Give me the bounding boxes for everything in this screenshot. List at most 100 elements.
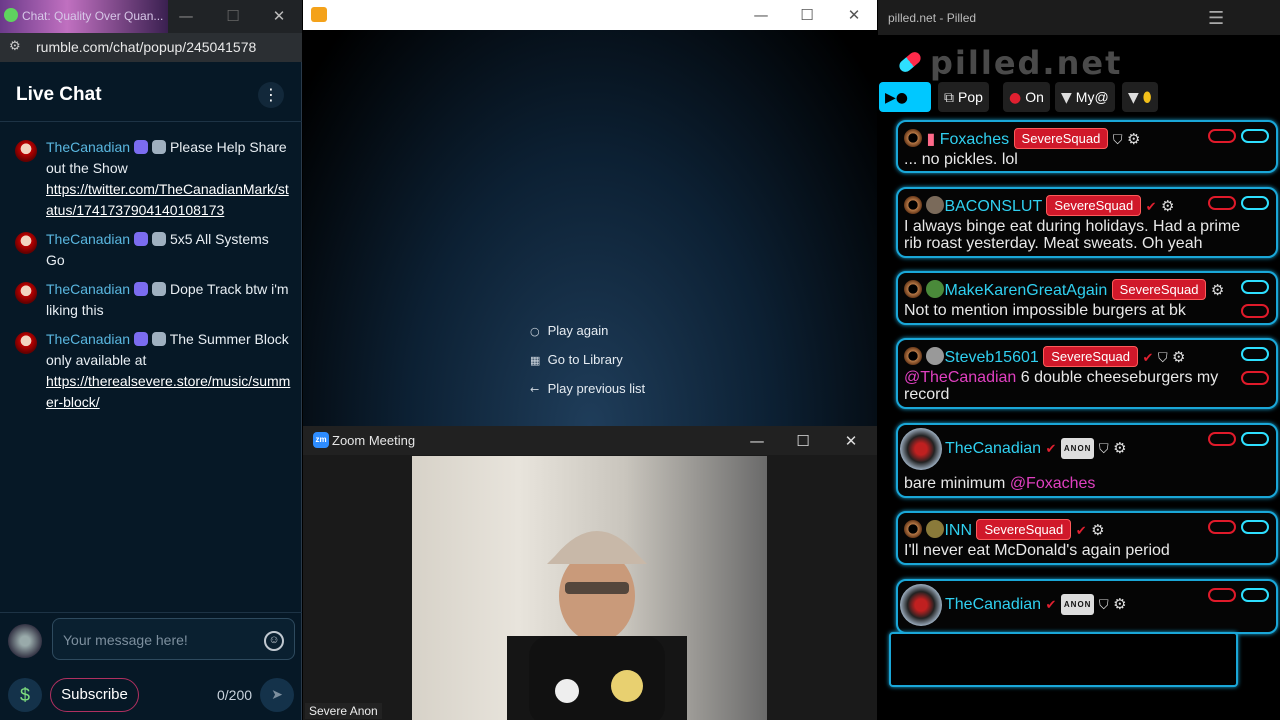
play-previous-list-option[interactable]: ← Play previous list	[530, 381, 645, 396]
chat-username[interactable]: TheCanadian	[945, 440, 1041, 457]
user-avatar[interactable]	[15, 332, 37, 354]
red-toggle[interactable]	[1208, 129, 1236, 143]
user-avatar[interactable]	[900, 584, 942, 626]
zoom-close-button[interactable]: ✕	[840, 431, 862, 451]
check-icon: ✔	[1045, 598, 1057, 613]
cyan-toggle[interactable]	[1241, 196, 1269, 210]
rant-dollar-button[interactable]: $	[8, 678, 42, 712]
my-mentions-filter-button[interactable]: ▼ My@	[1055, 82, 1115, 112]
chat-username[interactable]: TheCanadian	[46, 139, 130, 155]
chat-message-input[interactable]: Your message here!	[52, 618, 295, 660]
play-again-option[interactable]: ○ Play again	[530, 323, 608, 338]
zoom-window-title: Zoom Meeting	[332, 433, 416, 448]
gear-icon[interactable]: ⚙	[1113, 595, 1126, 613]
rumble-favicon-icon	[4, 8, 18, 22]
chat-username[interactable]: TheCanadian	[46, 281, 130, 297]
chat-username[interactable]: TheCanadian	[46, 331, 130, 347]
user-avatar[interactable]	[900, 428, 942, 470]
pill-filter-button[interactable]: ▼ ⬮	[1122, 82, 1158, 112]
emoji-icon[interactable]: ☺	[264, 631, 284, 651]
my-avatar[interactable]	[8, 624, 42, 658]
live-chat-title: Live Chat	[16, 84, 102, 105]
anon-badge: ANON	[1060, 438, 1095, 459]
chat-username[interactable]: Foxaches	[940, 131, 1009, 148]
chat-username[interactable]: TheCanadian	[46, 231, 130, 247]
ring-badge-icon	[904, 280, 922, 298]
rumble-close-button[interactable]: ✕	[269, 6, 289, 26]
red-toggle[interactable]	[1241, 304, 1269, 318]
red-toggle[interactable]	[1241, 371, 1269, 385]
pilled-logo: pilled.net	[930, 44, 1123, 82]
chat-username[interactable]: MakeKarenGreatAgain	[944, 282, 1107, 299]
red-toggle[interactable]	[1208, 588, 1236, 602]
participant-image	[507, 531, 687, 720]
user-avatar-icon	[926, 347, 945, 365]
cyan-toggle[interactable]	[1241, 432, 1269, 446]
participant-name-label: Severe Anon	[305, 703, 382, 719]
chat-message-text: I always binge eat during holidays. Had …	[904, 218, 1241, 235]
pill-toggle-icon: ●	[1009, 90, 1022, 106]
chat-username[interactable]: Steveb15601	[944, 349, 1038, 366]
player-close-button[interactable]: ✕	[843, 5, 865, 25]
participant-video[interactable]	[412, 456, 767, 720]
site-settings-icon[interactable]: ⚙	[9, 39, 21, 54]
gear-icon[interactable]: ⚙	[1113, 439, 1126, 457]
chat-message-text: record	[904, 386, 950, 403]
chat-username[interactable]: TheCanadian	[945, 596, 1041, 613]
red-toggle[interactable]	[1208, 520, 1236, 534]
rumble-browser-tab[interactable]: Chat: Quality Over Quan...	[0, 0, 168, 33]
gear-icon[interactable]: ⚙	[1161, 197, 1174, 215]
address-bar[interactable]: ⚙ rumble.com/chat/popup/245041578	[0, 33, 302, 62]
cyan-toggle[interactable]	[1241, 520, 1269, 534]
subscribe-button[interactable]: Subscribe	[50, 678, 139, 712]
gear-icon[interactable]: ⚙	[1211, 281, 1224, 299]
media-player-app-icon	[311, 7, 327, 22]
user-avatar-icon	[926, 520, 945, 538]
chat-link[interactable]: https://therealsevere.store/music/summer…	[46, 373, 290, 410]
hamburger-menu-icon[interactable]: ☰	[1208, 8, 1224, 29]
back-arrow-icon: ←	[530, 383, 540, 396]
cyan-toggle[interactable]	[1241, 129, 1269, 143]
zoom-maximize-button[interactable]: ☐	[792, 431, 814, 451]
ring-badge-icon	[904, 347, 922, 365]
chat-toggle-button[interactable]: ▶●	[879, 82, 931, 112]
ring-badge-icon	[904, 196, 922, 214]
send-icon[interactable]: ➤	[260, 678, 294, 712]
card-header: TheCanadian ✔ ANON ⛉ ⚙	[945, 438, 1127, 459]
red-toggle[interactable]	[1208, 196, 1236, 210]
rumble-maximize-button[interactable]: ☐	[223, 6, 243, 26]
user-avatar[interactable]	[15, 232, 37, 254]
shield-icon: ⛉	[1112, 133, 1123, 148]
red-toggle[interactable]	[1208, 432, 1236, 446]
option-label: Play again	[547, 323, 609, 338]
mention-link[interactable]: @TheCanadian	[904, 369, 1016, 386]
go-to-library-option[interactable]: ▦ Go to Library	[530, 352, 623, 367]
rumble-minimize-button[interactable]: —	[176, 6, 196, 26]
chat-message-text: bare minimum @Foxaches	[904, 475, 1095, 492]
gear-icon[interactable]: ⚙	[1127, 130, 1140, 148]
pilled-message-input[interactable]	[889, 632, 1238, 687]
pop-button[interactable]: ⧉ Pop	[938, 82, 989, 112]
chat-username[interactable]: INN	[944, 522, 972, 539]
on-toggle-button[interactable]: ● On	[1003, 82, 1050, 112]
player-minimize-button[interactable]: —	[750, 5, 772, 25]
zoom-minimize-button[interactable]: —	[746, 431, 768, 451]
player-title-bar: — ☐ ✕	[303, 0, 877, 30]
user-avatar[interactable]	[15, 140, 37, 162]
live-chat-header: Live Chat ⋮	[0, 62, 302, 122]
chat-link[interactable]: https://twitter.com/TheCanadianMark/stat…	[46, 181, 289, 218]
cyan-toggle[interactable]	[1241, 347, 1269, 361]
cyan-toggle[interactable]	[1241, 280, 1269, 294]
check-icon: ✔	[1075, 524, 1087, 539]
player-maximize-button[interactable]: ☐	[796, 5, 818, 25]
mention-link[interactable]: @Foxaches	[1010, 475, 1096, 492]
chat-message-text: rib roast yesterday. Meat sweats. Oh yea…	[904, 235, 1203, 252]
check-icon: ✔	[1045, 442, 1057, 457]
user-avatar[interactable]	[15, 282, 37, 304]
pill-icon: ⬮	[1142, 89, 1152, 105]
chat-menu-button[interactable]: ⋮	[258, 82, 284, 108]
chat-username[interactable]: BACONSLUT	[944, 198, 1042, 215]
gear-icon[interactable]: ⚙	[1091, 521, 1104, 539]
gear-icon[interactable]: ⚙	[1172, 348, 1185, 366]
cyan-toggle[interactable]	[1241, 588, 1269, 602]
